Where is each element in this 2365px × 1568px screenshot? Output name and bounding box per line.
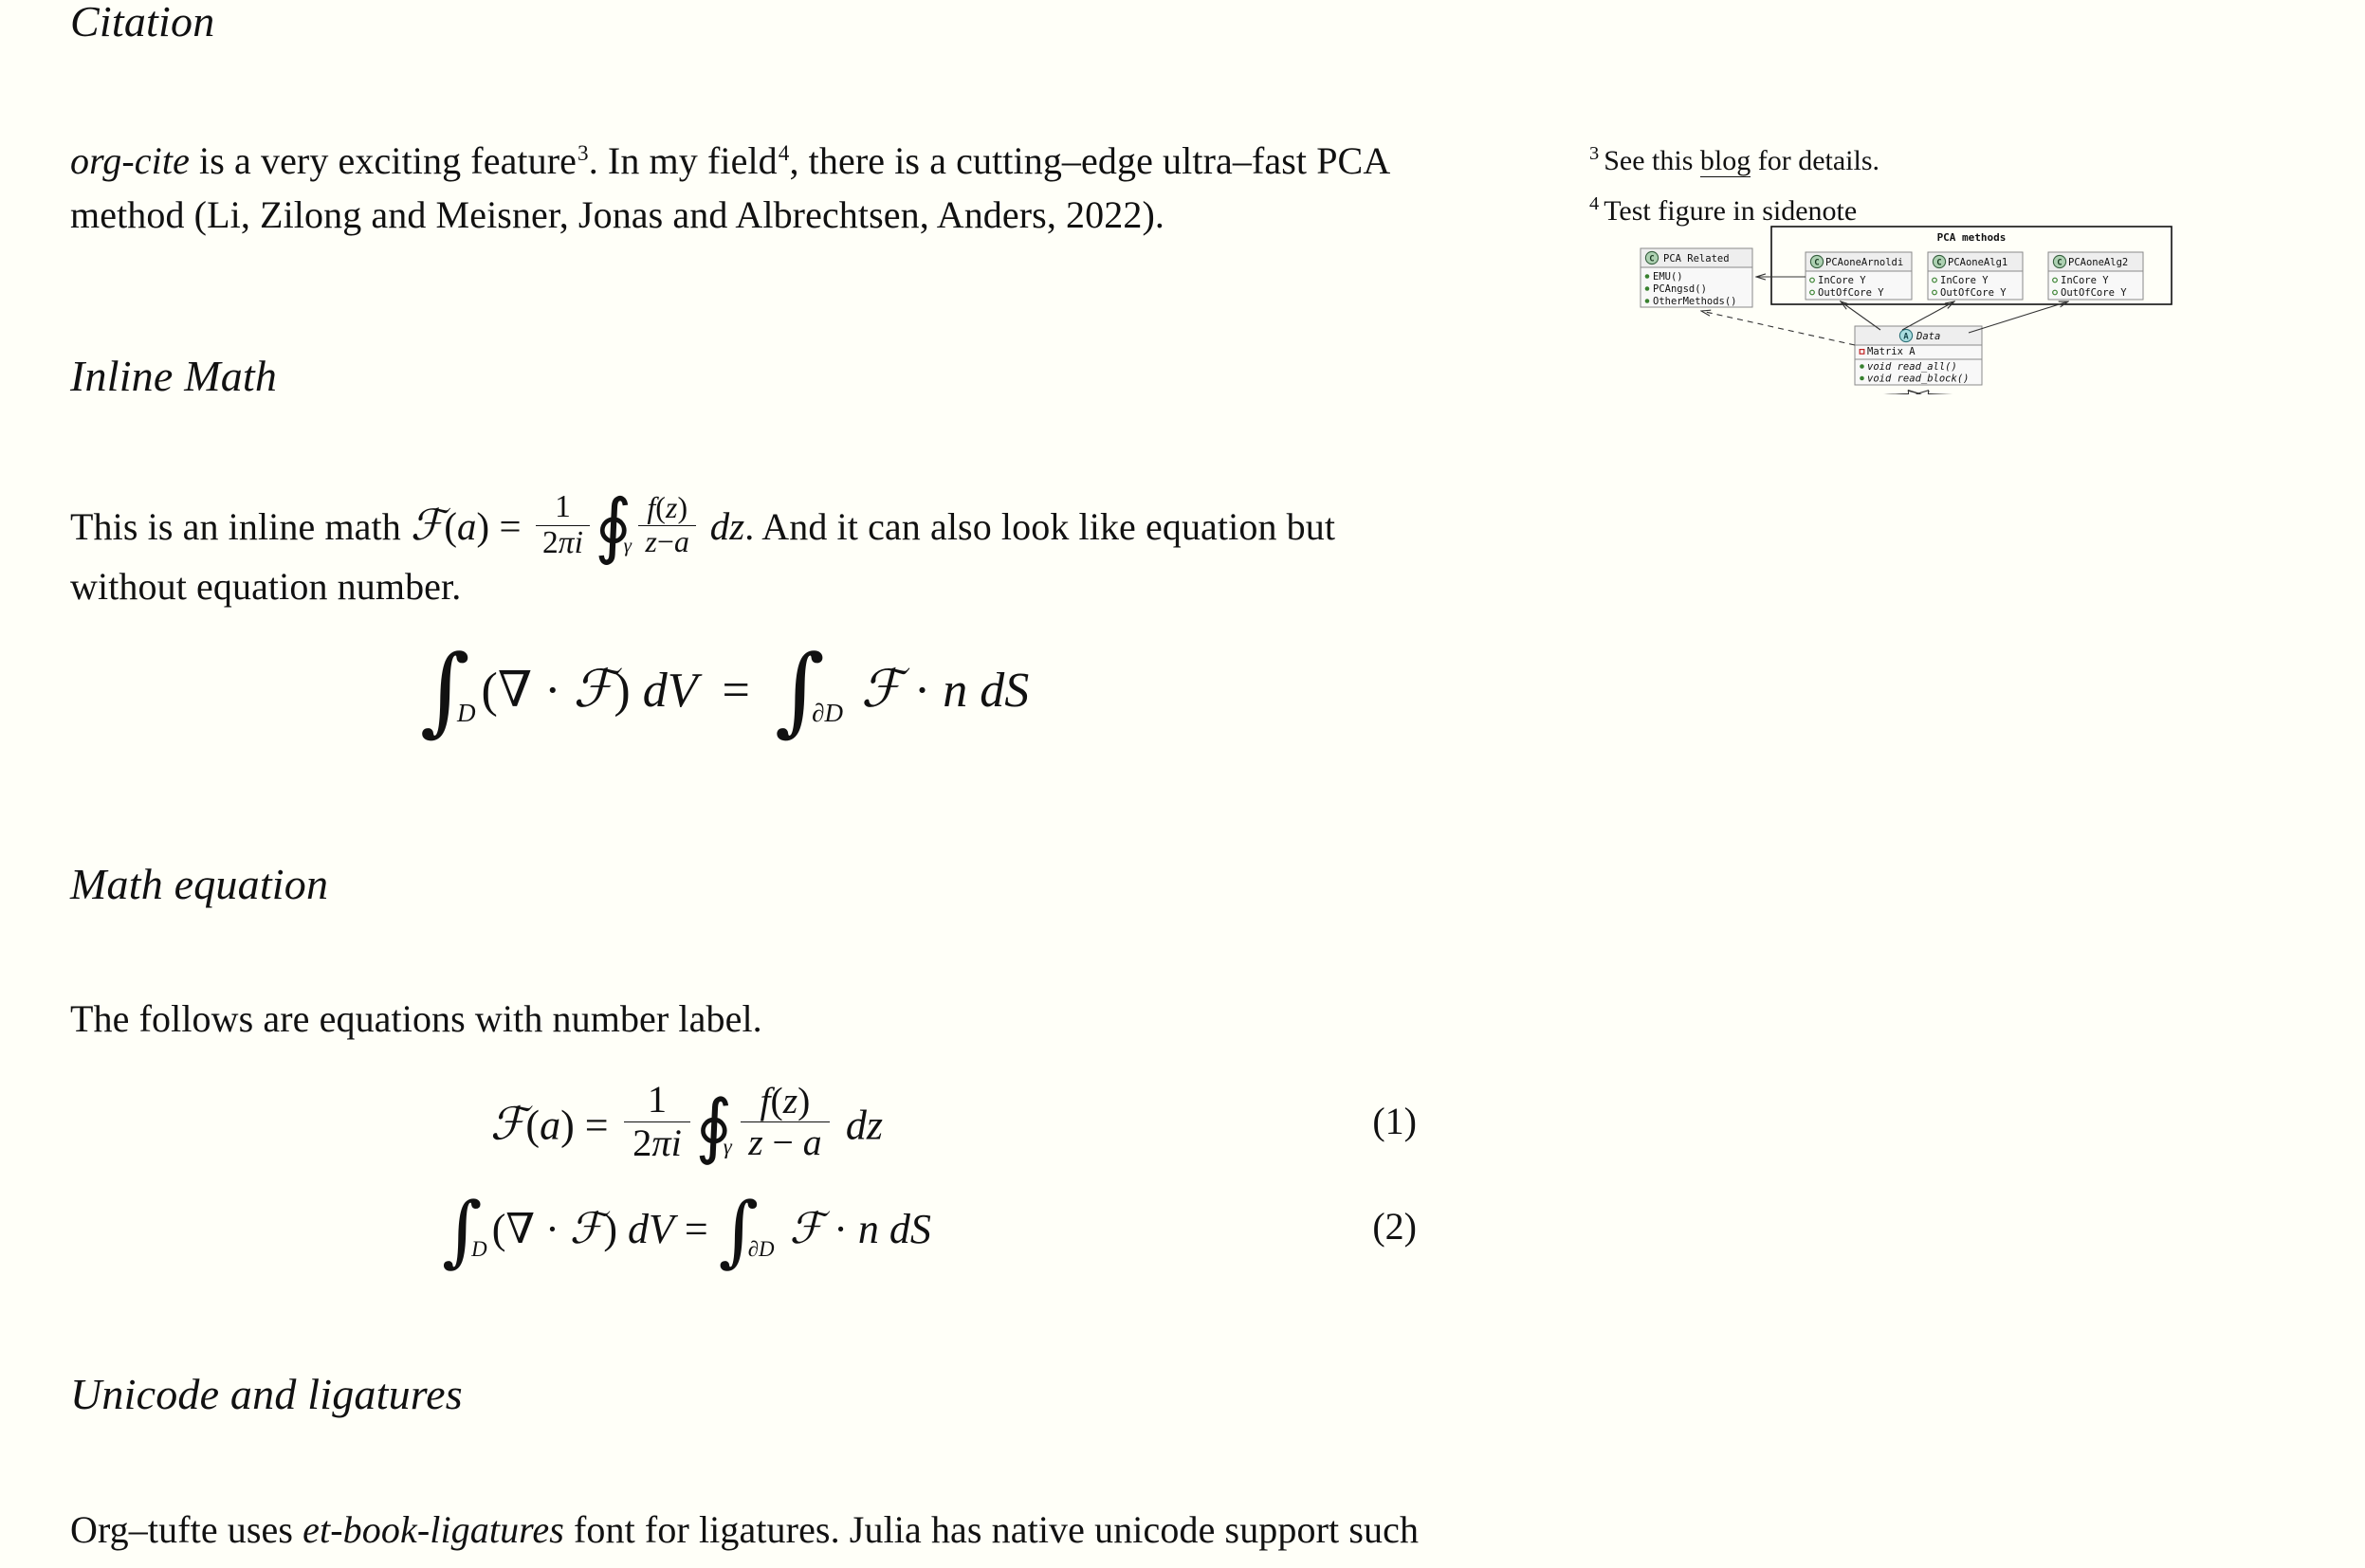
blog-link[interactable]: blog xyxy=(1699,145,1751,177)
inline-math-text-before: This is an inline math xyxy=(70,505,411,549)
uml-class-name: PCAoneAlg2 xyxy=(2068,257,2128,268)
inherit-fileplink-data xyxy=(1884,393,1918,394)
uml-member: InCore Y xyxy=(2061,275,2109,286)
uml-member: InCore Y xyxy=(1940,275,1989,286)
uml-class-data: A Data Matrix A void read_all() void rea… xyxy=(1854,325,1983,386)
uml-class-diagram: PCA methods C PCA Related EMU() PCAngsd(… xyxy=(1589,224,2348,394)
equation-1-number: (1) xyxy=(1372,1099,1417,1142)
class-icon-letter: C xyxy=(1936,259,1941,268)
uml-method: void read_block() xyxy=(1867,374,1969,385)
dep-data-to-alg2 xyxy=(1968,301,2068,334)
sidenote-4-text: Test figure in sidenote xyxy=(1604,195,1858,227)
inline-math-expression: ℱ(a) = 1 2πi ∮γ f(z) z−a dz xyxy=(410,483,745,568)
uml-class-pcaone-alg2: C PCAoneAlg2 InCore Y OutOfCore Y xyxy=(2047,251,2144,301)
class-icon-letter: C xyxy=(1814,259,1819,268)
integral-sign-2: ∫ xyxy=(774,634,825,747)
sidenote-3-text-before: See this xyxy=(1604,145,1700,176)
heading-unicode-ligatures: Unicode and ligatures xyxy=(70,1370,463,1418)
unicode-text-italic: et-book-ligatures xyxy=(302,1508,564,1551)
class-icon-letter: C xyxy=(2057,259,2062,268)
uml-member: OutOfCore Y xyxy=(1940,287,2007,299)
uml-method: void read_all() xyxy=(1867,361,1957,373)
sidenote-3: 3 See this blog for details. xyxy=(1589,142,1879,180)
uml-class-pca-related: C PCA Related EMU() PCAngsd() OtherMetho… xyxy=(1640,247,1753,308)
sidenote-4-number: 4 xyxy=(1589,193,1600,214)
equation-2-body: ∫D (∇ · ℱ) dV = ∫∂D ℱ · n dS xyxy=(442,1185,931,1276)
uml-member: OtherMethods() xyxy=(1653,296,1737,307)
inline-math-paragraph: This is an inline math ℱ(a) = 1 2πi ∮γ f(z)… xyxy=(70,483,1407,614)
unicode-paragraph: Org–tufte uses et-book-ligatures font fo… xyxy=(70,1504,1436,1558)
uml-package-title: PCA methods xyxy=(1937,231,2007,244)
unicode-text-after: font for ligatures. Julia has native uni… xyxy=(563,1508,1420,1551)
class-icon-letter: C xyxy=(1649,255,1654,264)
inherit-filebeagle-data xyxy=(1883,393,1918,394)
heading-citation: Citation xyxy=(70,0,215,46)
uml-class-name: PCAoneArnoldi xyxy=(1825,257,1903,268)
display-equation-divergence: ∫D (∇ · ℱ) dV = ∫∂D ℱ · n dS xyxy=(419,634,1030,747)
numbered-equation-1: ℱ(a) = 1 2πi ∮γ f(z) z − a dz (1) xyxy=(70,1079,1417,1163)
dashed-data-to-pca-related xyxy=(1701,311,1856,346)
equation-2-number: (2) xyxy=(1372,1204,1417,1248)
uml-class-pcaone-alg1: C PCAoneAlg1 InCore Y OutOfCore Y xyxy=(1927,251,2024,301)
numbered-equation-2: ∫D (∇ · ℱ) dV = ∫∂D ℱ · n dS (2) xyxy=(70,1185,1417,1276)
citation-text-b: . In my field xyxy=(588,139,778,182)
heading-math-equation: Math equation xyxy=(70,860,329,908)
uml-class-name: PCA Related xyxy=(1663,253,1730,264)
sidenote-3-number: 3 xyxy=(1589,143,1600,164)
sidenote-3-text-after: for details. xyxy=(1751,145,1880,176)
uml-member: OutOfCore Y xyxy=(1818,287,1884,299)
uml-class-pcaone-arnoldi: C PCAoneArnoldi InCore Y OutOfCore Y xyxy=(1805,251,1913,301)
uml-member: EMU() xyxy=(1653,271,1683,283)
citation-paragraph: org-cite is a very exciting feature3. In… xyxy=(70,135,1436,243)
uml-inheritance-edges xyxy=(1883,393,1953,394)
abstract-class-icon-letter: A xyxy=(1903,333,1909,342)
heading-inline-math: Inline Math xyxy=(70,352,278,400)
inherit-otherformats-data xyxy=(1918,393,1953,394)
uml-member: PCAngsd() xyxy=(1653,283,1707,295)
uml-member: OutOfCore Y xyxy=(2061,287,2127,299)
integral-lower-limit-dD: ∂D xyxy=(812,698,844,727)
uml-field: Matrix A xyxy=(1867,346,1916,357)
citation-text-a: is a very exciting feature xyxy=(189,139,578,182)
equation-1-body: ℱ(a) = 1 2πi ∮γ f(z) z − a dz xyxy=(490,1078,883,1167)
uml-class-name: PCAoneAlg1 xyxy=(1948,257,2008,268)
footnote-ref-3[interactable]: 3 xyxy=(577,141,589,166)
unicode-text-before: Org–tufte uses xyxy=(70,1508,303,1551)
uml-class-name: Data xyxy=(1916,331,1940,342)
document-page: Citation org-cite is a very exciting fea… xyxy=(0,0,2365,1568)
integral-lower-limit-D: D xyxy=(457,698,476,727)
integral-sign: ∫ xyxy=(419,634,470,747)
math-equation-intro: The follows are equations with number la… xyxy=(70,997,762,1040)
footnote-ref-4[interactable]: 4 xyxy=(778,141,790,166)
citation-lead-italic: org-cite xyxy=(70,139,190,182)
uml-member: InCore Y xyxy=(1818,275,1866,286)
